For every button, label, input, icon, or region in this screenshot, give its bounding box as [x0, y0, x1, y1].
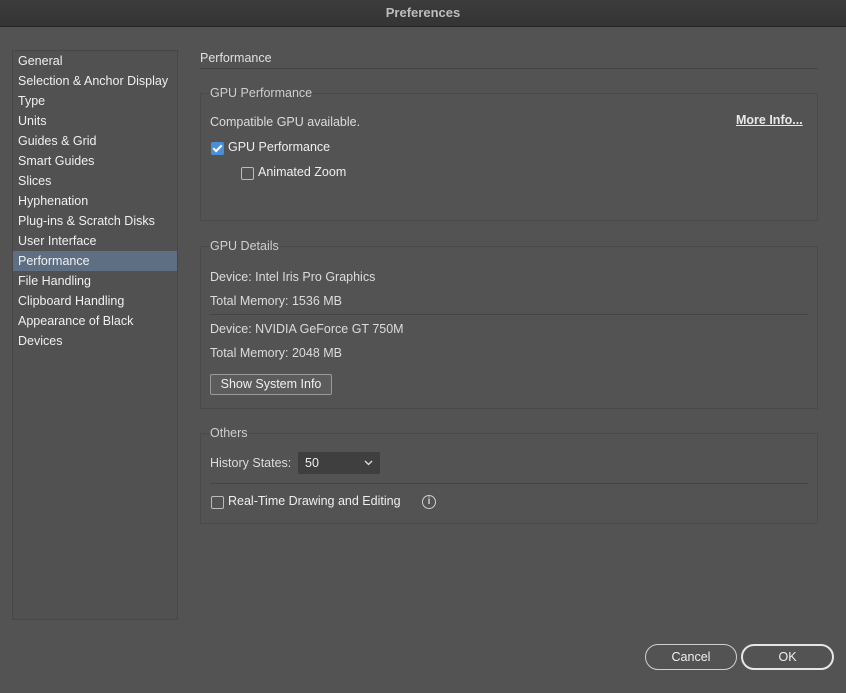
preferences-sidebar: General Selection & Anchor Display Type …: [12, 50, 178, 620]
device-divider: [210, 314, 808, 315]
realtime-drawing-checkbox-label[interactable]: Real-Time Drawing and Editing: [228, 494, 401, 508]
animated-zoom-checkbox[interactable]: [241, 167, 254, 180]
sidebar-item-slices[interactable]: Slices: [13, 171, 177, 191]
others-divider: [210, 483, 808, 484]
show-system-info-button[interactable]: Show System Info: [210, 374, 332, 395]
realtime-drawing-checkbox[interactable]: [211, 496, 224, 509]
sidebar-item-clipboard-handling[interactable]: Clipboard Handling: [13, 291, 177, 311]
device-memory: Total Memory: 1536 MB: [210, 294, 342, 308]
gpu-performance-checkbox[interactable]: [211, 142, 224, 155]
history-states-value: 50: [305, 456, 319, 470]
device-name: Device: NVIDIA GeForce GT 750M: [210, 322, 404, 336]
sidebar-item-type[interactable]: Type: [13, 91, 177, 111]
info-icon[interactable]: i: [422, 495, 436, 509]
gpu-details-group: GPU Details Device: Intel Iris Pro Graph…: [200, 239, 818, 409]
sidebar-item-appearance-of-black[interactable]: Appearance of Black: [13, 311, 177, 331]
ok-button[interactable]: OK: [741, 644, 834, 670]
others-group: Others History States: 50 Real-Time Draw…: [200, 426, 818, 524]
sidebar-item-guides-grid[interactable]: Guides & Grid: [13, 131, 177, 151]
animated-zoom-checkbox-label[interactable]: Animated Zoom: [258, 165, 346, 179]
gpu-performance-group: GPU Performance Compatible GPU available…: [200, 86, 818, 221]
page-title: Performance: [200, 51, 272, 65]
sidebar-item-file-handling[interactable]: File Handling: [13, 271, 177, 291]
sidebar-item-hyphenation[interactable]: Hyphenation: [13, 191, 177, 211]
gpu-status-text: Compatible GPU available.: [210, 115, 361, 129]
sidebar-item-units[interactable]: Units: [13, 111, 177, 131]
title-divider: [200, 68, 818, 69]
history-states-select[interactable]: 50: [298, 452, 380, 474]
sidebar-item-performance[interactable]: Performance: [13, 251, 177, 271]
more-info-link[interactable]: More Info...: [736, 113, 803, 127]
sidebar-item-devices[interactable]: Devices: [13, 331, 177, 351]
sidebar-item-plugins-scratch-disks[interactable]: Plug-ins & Scratch Disks: [13, 211, 177, 231]
device-name: Device: Intel Iris Pro Graphics: [210, 270, 376, 284]
gpu-details-group-title: GPU Details: [210, 239, 279, 253]
history-states-label: History States:: [210, 456, 292, 470]
chevron-down-icon: [364, 460, 373, 466]
cancel-button[interactable]: Cancel: [645, 644, 737, 670]
others-group-title: Others: [210, 426, 248, 440]
gpu-performance-group-title: GPU Performance: [210, 86, 313, 100]
sidebar-item-smart-guides[interactable]: Smart Guides: [13, 151, 177, 171]
sidebar-item-user-interface[interactable]: User Interface: [13, 231, 177, 251]
sidebar-item-general[interactable]: General: [13, 51, 177, 71]
window-title: Preferences: [0, 0, 846, 27]
device-memory: Total Memory: 2048 MB: [210, 346, 342, 360]
sidebar-item-selection-anchor-display[interactable]: Selection & Anchor Display: [13, 71, 177, 91]
gpu-performance-checkbox-label[interactable]: GPU Performance: [228, 140, 330, 154]
